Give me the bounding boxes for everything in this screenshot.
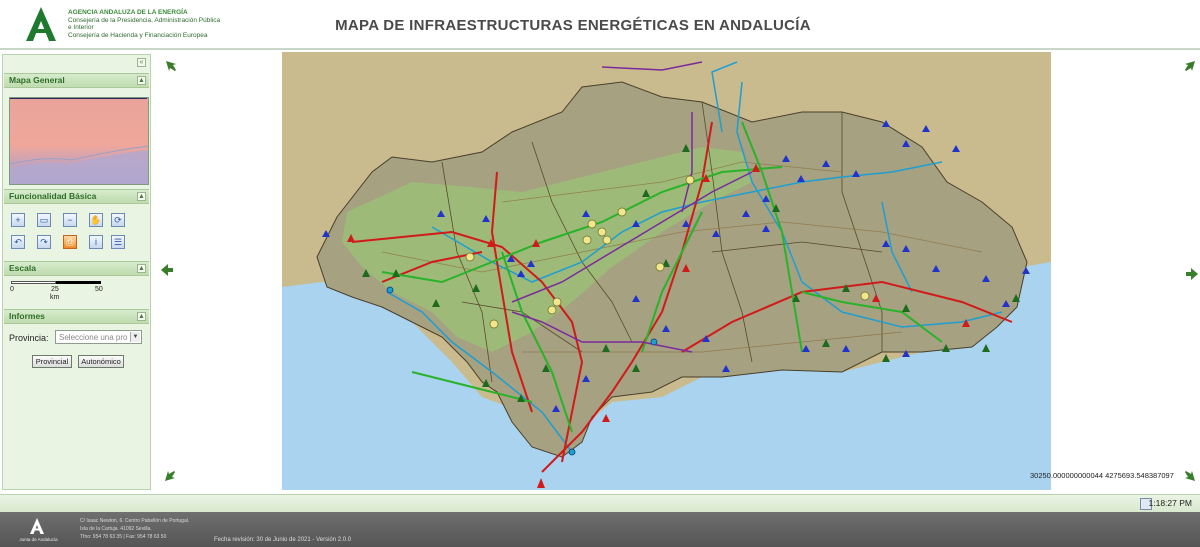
redo-icon[interactable]: ↷ [37, 235, 51, 249]
refresh-icon[interactable]: ⟳ [111, 213, 125, 227]
section-toggle-icon[interactable]: ▲ [137, 312, 146, 321]
collapse-bar: « [5, 57, 148, 69]
revision-date: Fecha revisión: 30 de Junio de 2021 - Ve… [214, 537, 352, 543]
address-line-2: Isla de la Cartuja. 41092 Sevilla. [80, 526, 152, 532]
pan-southwest-icon[interactable] [164, 470, 176, 482]
section-toggle-icon[interactable]: ▲ [137, 192, 146, 201]
pan-northwest-icon[interactable] [165, 60, 177, 72]
pan-west-icon[interactable] [161, 264, 173, 276]
page-title: MAPA DE INFRAESTRUCTURAS ENERGÉTICAS EN … [335, 17, 811, 34]
zoom-out-icon[interactable]: − [63, 213, 77, 227]
legend-icon[interactable]: ☰ [111, 235, 125, 249]
undo-icon[interactable]: ↶ [11, 235, 25, 249]
pan-southeast-icon[interactable] [1184, 470, 1196, 482]
section-toggle-icon[interactable]: ▲ [137, 76, 146, 85]
section-mapa-general[interactable]: Mapa General ▲ [4, 73, 149, 88]
status-bar: 1:18:27 PM [0, 494, 1200, 513]
section-escala[interactable]: Escala ▲ [4, 261, 149, 276]
clock: 1:18:27 PM [1148, 498, 1192, 508]
section-title: Informes [9, 311, 45, 321]
section-informes[interactable]: Informes ▲ [4, 309, 149, 324]
chevron-down-icon[interactable]: ▼ [130, 332, 140, 342]
scale-tick-25: 25 [51, 286, 59, 293]
scale-bar [11, 281, 103, 285]
pan-hand-icon[interactable]: ✋ [89, 213, 103, 227]
overview-map[interactable] [9, 97, 149, 185]
footer-address: C/ Isaac Newton, 6. Centro Pabellón de P… [80, 517, 189, 541]
left-panel: « Mapa General ▲ Funcionalidad Básica ▲ … [2, 54, 151, 490]
section-toggle-icon[interactable]: ▲ [137, 264, 146, 273]
address-line-1: C/ Isaac Newton, 6. Centro Pabellón de P… [80, 518, 190, 524]
pan-east-icon[interactable] [1186, 268, 1198, 280]
pan-northeast-icon[interactable] [1184, 60, 1196, 72]
provincia-select[interactable]: Seleccione una pro ▼ [55, 330, 142, 344]
scale-tick-0: 0 [10, 286, 14, 293]
header: AGENCIA ANDALUZA DE LA ENERGÍA Consejerí… [0, 0, 1200, 50]
address-line-3: Tfno: 954 78 63 35 | Fax: 954 78 63 50 [80, 534, 167, 540]
footer-org: Junta de Andalucía [19, 537, 58, 542]
provincia-label: Provincia: [9, 333, 49, 343]
autonomico-button[interactable]: Autonómico [78, 355, 124, 368]
coordinates-readout: 30250.000000000044 4275693.548387097 [1030, 471, 1174, 480]
zoom-in-icon[interactable]: + [11, 213, 25, 227]
scale-unit: km [50, 294, 60, 301]
section-title: Escala [9, 263, 36, 273]
section-title: Funcionalidad Básica [9, 191, 97, 201]
infrastructure-map[interactable] [282, 52, 1051, 490]
junta-andalucia-footer-logo [30, 518, 44, 534]
overview-coastline [10, 145, 148, 184]
section-title: Mapa General [9, 75, 65, 85]
info-icon[interactable]: i [89, 235, 103, 249]
zoom-extent-icon[interactable]: ▭ [37, 213, 51, 227]
section-funcionalidad[interactable]: Funcionalidad Básica ▲ [4, 189, 149, 204]
provincial-button[interactable]: Provincial [32, 355, 72, 368]
scale-tick-50: 50 [95, 286, 103, 293]
provincia-placeholder: Seleccione una pro [59, 333, 128, 342]
org-name: AGENCIA ANDALUZA DE LA ENERGÍA [68, 9, 188, 16]
footer: Junta de Andalucía C/ Isaac Newton, 6. C… [0, 512, 1200, 547]
collapse-panel-icon[interactable]: « [137, 58, 146, 67]
print-icon[interactable]: ⎙ [63, 235, 77, 249]
